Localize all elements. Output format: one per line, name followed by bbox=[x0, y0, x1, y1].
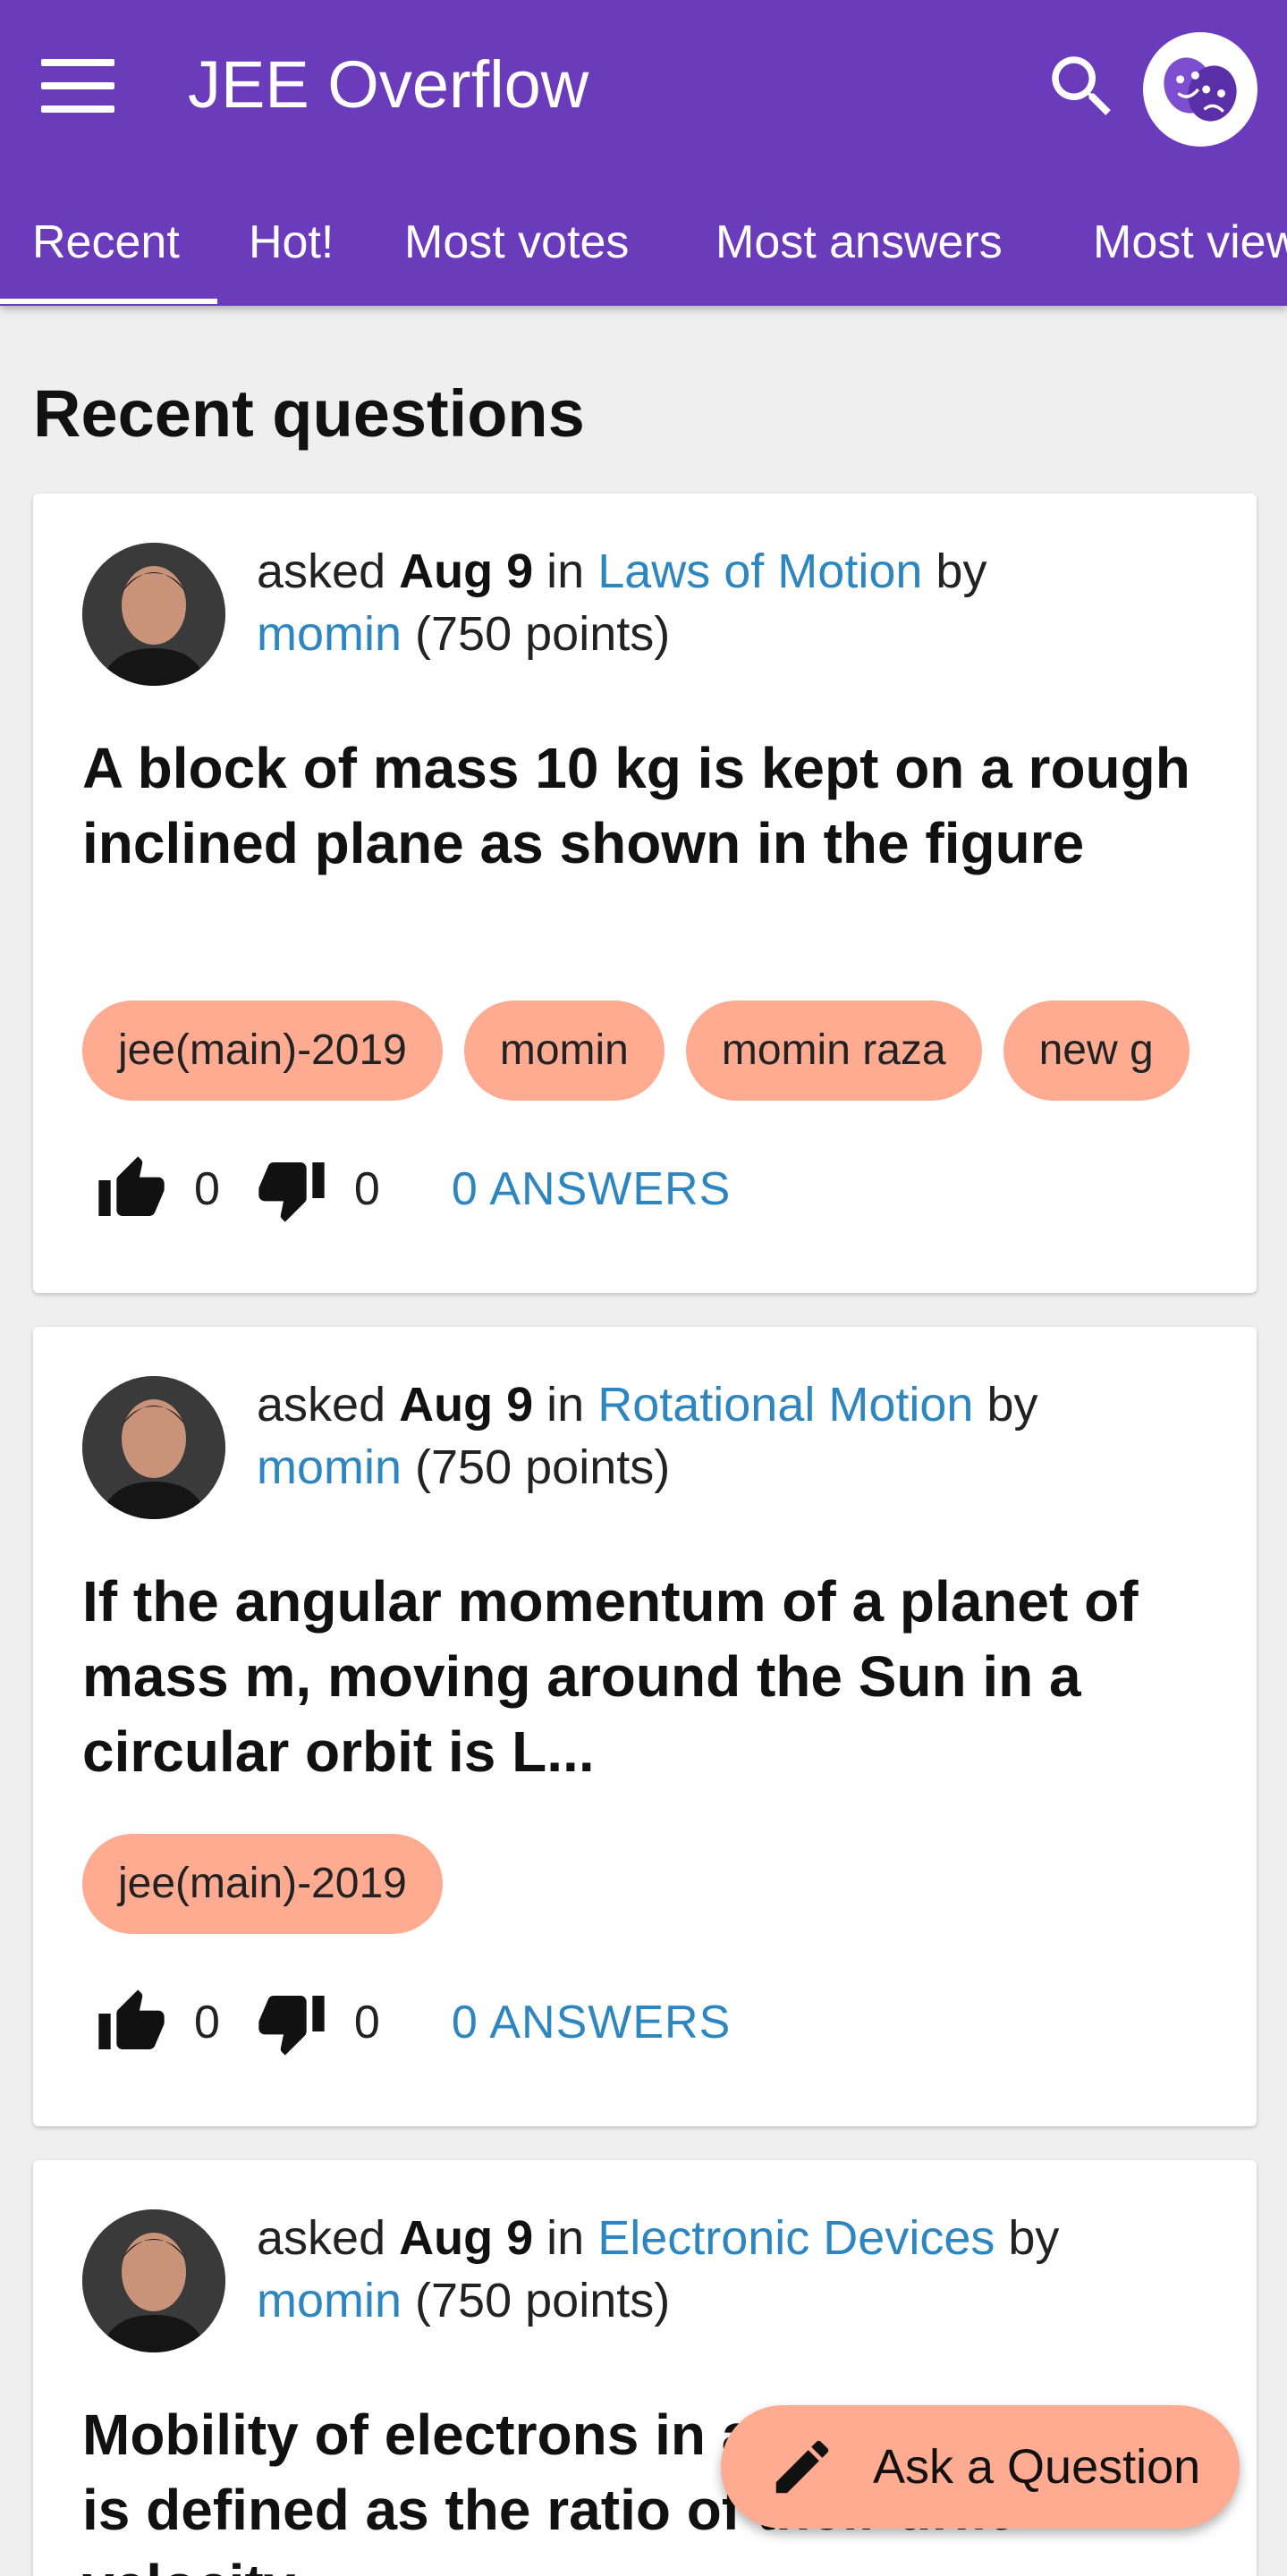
asked-date: Aug 9 bbox=[399, 2211, 534, 2265]
user-avatar[interactable] bbox=[1143, 32, 1257, 147]
search-icon[interactable] bbox=[1042, 46, 1122, 127]
avatar[interactable] bbox=[82, 1376, 225, 1519]
answers-link[interactable]: 0 ANSWERS bbox=[452, 1996, 731, 2049]
user-link[interactable]: momin bbox=[257, 1440, 402, 1494]
in-label: in bbox=[546, 2211, 585, 2265]
app-title: JEE Overflow bbox=[188, 47, 589, 122]
by-label: by bbox=[986, 1378, 1038, 1432]
user-link[interactable]: momin bbox=[257, 607, 402, 661]
question-title[interactable]: A block of mass 10 kg is kept on a rough… bbox=[82, 731, 1209, 881]
in-label: in bbox=[546, 1378, 585, 1432]
sort-tabs: Recent Hot! Most votes Most answers Most… bbox=[0, 179, 1287, 306]
asked-label: asked bbox=[257, 545, 386, 598]
asked-date: Aug 9 bbox=[399, 545, 534, 598]
tab-most-views[interactable]: Most views bbox=[1093, 179, 1287, 306]
tag[interactable]: momin bbox=[463, 1001, 665, 1101]
tab-hot[interactable]: Hot! bbox=[249, 179, 334, 306]
ask-question-label: Ask a Question bbox=[873, 2440, 1201, 2494]
pencil-icon bbox=[775, 2440, 829, 2494]
avatar[interactable] bbox=[82, 2209, 225, 2352]
question-card[interactable]: asked Aug 9 in Laws of Motion by momin (… bbox=[33, 494, 1257, 1293]
tag[interactable]: momin raza bbox=[685, 1001, 982, 1101]
tag[interactable]: jee(main)-2019 bbox=[82, 1834, 443, 1934]
tag[interactable]: jee(main)-2019 bbox=[82, 1001, 443, 1101]
thumbs-down-icon[interactable] bbox=[256, 1153, 327, 1225]
tab-recent[interactable]: Recent bbox=[32, 179, 180, 306]
category-link[interactable]: Rotational Motion bbox=[597, 1378, 973, 1432]
question-card[interactable]: asked Aug 9 in Rotational Motion by momi… bbox=[33, 1327, 1257, 2126]
by-label: by bbox=[936, 545, 987, 598]
by-label: by bbox=[1008, 2211, 1060, 2265]
theater-masks-icon bbox=[1164, 57, 1237, 122]
user-points: (750 points) bbox=[415, 2274, 671, 2327]
category-link[interactable]: Laws of Motion bbox=[597, 545, 922, 598]
thumbs-up-icon[interactable] bbox=[96, 1987, 167, 2058]
downvote-count: 0 bbox=[353, 1163, 380, 1215]
answers-link[interactable]: 0 ANSWERS bbox=[452, 1162, 731, 1216]
asked-date: Aug 9 bbox=[399, 1378, 534, 1432]
active-tab-indicator bbox=[0, 299, 217, 304]
question-meta: asked Aug 9 in Rotational Motion by momi… bbox=[257, 1373, 1223, 1499]
question-meta: asked Aug 9 in Laws of Motion by momin (… bbox=[257, 540, 1223, 665]
upvote-count: 0 bbox=[194, 1163, 220, 1215]
user-points: (750 points) bbox=[415, 607, 671, 661]
app-bar: JEE Overflow Recent Hot! Most votes Most… bbox=[0, 0, 1287, 306]
user-points: (750 points) bbox=[415, 1440, 671, 1494]
upvote-count: 0 bbox=[194, 1997, 220, 2048]
in-label: in bbox=[546, 545, 585, 598]
question-meta: asked Aug 9 in Electronic Devices by mom… bbox=[257, 2207, 1223, 2332]
question-title[interactable]: If the angular momentum of a planet of m… bbox=[82, 1564, 1209, 1789]
user-link[interactable]: momin bbox=[257, 2274, 402, 2327]
tab-most-votes[interactable]: Most votes bbox=[404, 179, 629, 306]
hamburger-menu-icon[interactable] bbox=[41, 59, 114, 113]
ask-question-button[interactable]: Ask a Question bbox=[721, 2405, 1240, 2529]
asked-label: asked bbox=[257, 2211, 386, 2265]
tag-list: jee(main)-2019 bbox=[82, 1834, 1245, 1934]
tab-most-answers[interactable]: Most answers bbox=[715, 179, 1003, 306]
asked-label: asked bbox=[257, 1378, 386, 1432]
avatar[interactable] bbox=[82, 543, 225, 686]
thumbs-up-icon[interactable] bbox=[96, 1153, 167, 1225]
downvote-count: 0 bbox=[353, 1997, 380, 2048]
page-title: Recent questions bbox=[33, 376, 585, 451]
thumbs-down-icon[interactable] bbox=[256, 1987, 327, 2058]
tag-list: jee(main)-2019 momin momin raza new g bbox=[82, 1001, 1245, 1101]
category-link[interactable]: Electronic Devices bbox=[597, 2211, 995, 2265]
tag[interactable]: new g bbox=[1003, 1001, 1190, 1101]
vote-actions: 0 0 0 ANSWERS bbox=[96, 1982, 731, 2063]
vote-actions: 0 0 0 ANSWERS bbox=[96, 1149, 731, 1229]
